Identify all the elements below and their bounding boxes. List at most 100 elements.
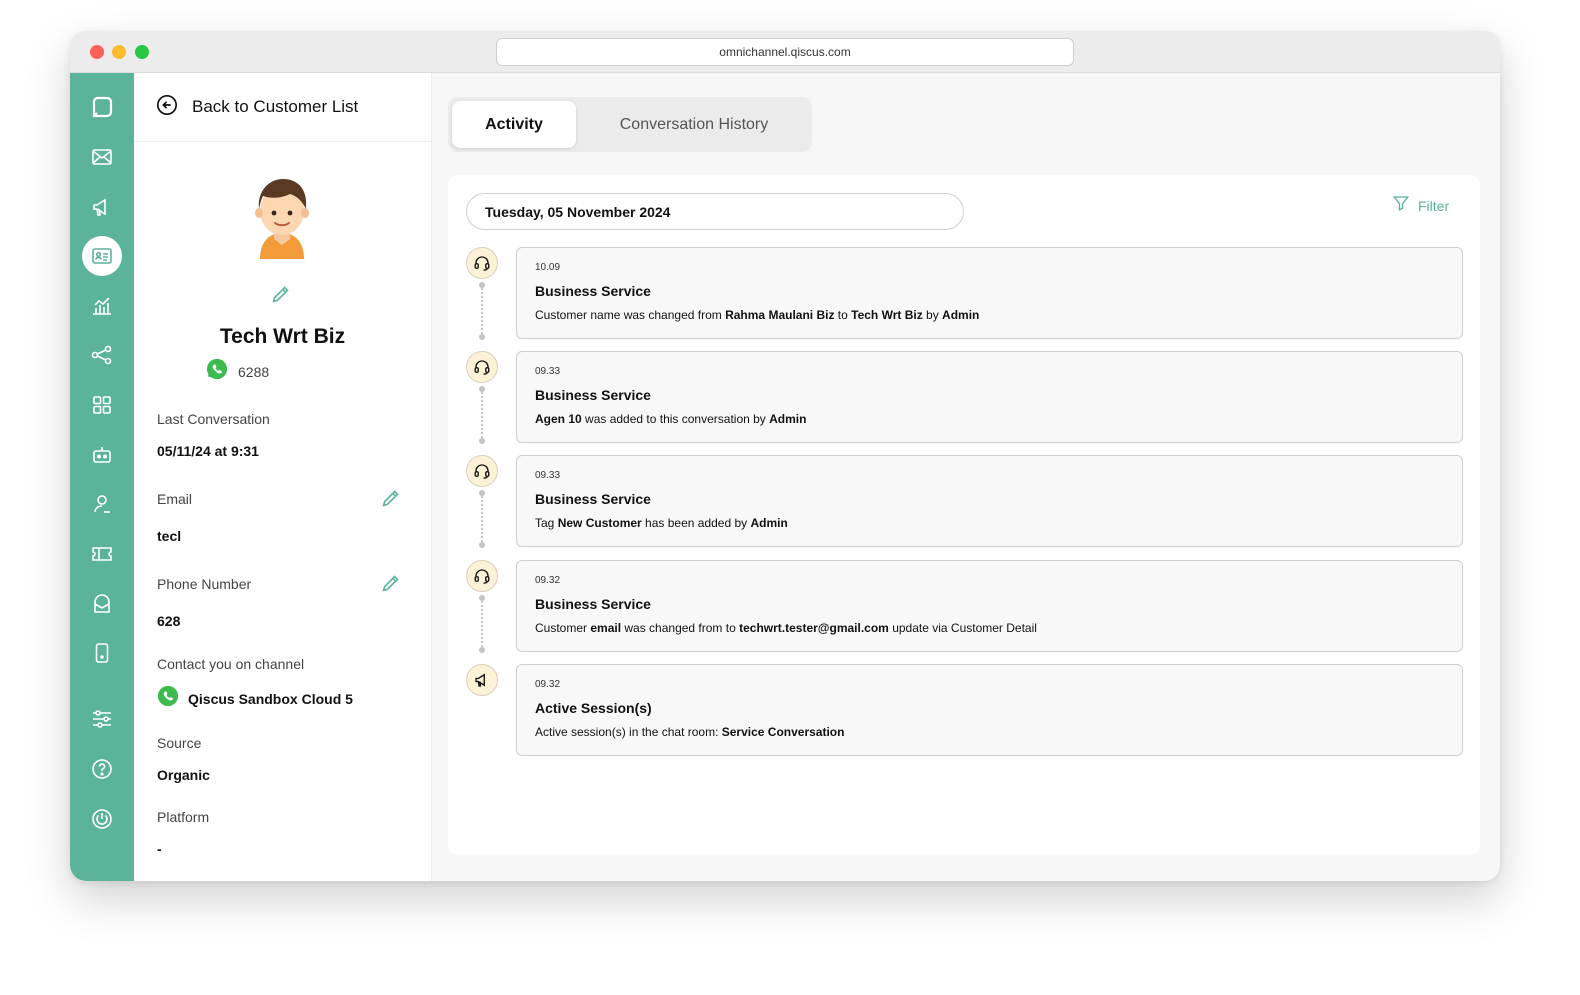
mailbox-icon[interactable]: [82, 584, 122, 624]
logo-icon[interactable]: [82, 87, 122, 127]
customer-name: Tech Wrt Biz: [219, 325, 346, 348]
last-conversation-value: 05/11/24 at 9:31: [157, 443, 259, 459]
activity-text: by: [922, 308, 943, 322]
address-bar[interactable]: omnichannel.qiscus.com: [496, 38, 1074, 66]
whatsapp-number-row: 6288: [206, 358, 269, 385]
title-bar: omnichannel.qiscus.com: [70, 31, 1500, 73]
activity-text: was changed from to: [621, 621, 740, 635]
whatsapp-number: 6288: [238, 363, 270, 380]
edit-email-button[interactable]: [380, 487, 402, 514]
nav-rail: [70, 73, 134, 881]
close-window-button[interactable]: [90, 45, 104, 59]
timeline-connector: [479, 595, 485, 653]
back-label: Back to Customer List: [192, 97, 359, 116]
agent-icon[interactable]: [82, 484, 122, 524]
inbox-icon[interactable]: [82, 137, 122, 177]
activity-panel: Tuesday, 05 November 2024 Filter 10.09 Bu…: [448, 175, 1480, 855]
analytics-icon[interactable]: [82, 286, 122, 326]
timeline-connector: [479, 490, 485, 548]
activity-item: 09.33 Business Service Tag New Customer ha…: [466, 455, 1463, 548]
logout-icon[interactable]: [82, 799, 122, 839]
email-label: Email: [157, 491, 193, 507]
timeline-connector: [479, 386, 485, 444]
customer-profile-panel: Back to Customer List Tech Wrt Biz 6288 …: [134, 73, 432, 881]
activity-card: 09.33 Business Service Agen 10 was added t…: [516, 351, 1463, 443]
whatsapp-icon: [206, 358, 228, 385]
activity-highlight: Admin: [942, 308, 980, 322]
activity-highlight: Tech Wrt Biz: [851, 308, 923, 322]
tab-activity[interactable]: Activity: [452, 101, 576, 148]
activity-time: 09.32: [535, 679, 561, 690]
activity-highlight: Admin: [769, 412, 807, 426]
edit-avatar-button[interactable]: [270, 283, 292, 310]
megaphone-icon: [466, 664, 498, 696]
activity-text: was added to this conversation by: [581, 412, 770, 426]
activity-highlight: Service Conversation: [721, 725, 845, 739]
maximize-window-button[interactable]: [135, 45, 149, 59]
mobile-icon[interactable]: [82, 633, 122, 673]
channel-row: Qiscus Sandbox Cloud 5: [157, 685, 353, 712]
headset-icon: [466, 455, 498, 487]
activity-description: Active session(s) in the chat room: Serv…: [535, 725, 1444, 739]
activity-item: 10.09 Business Service Customer name was c…: [466, 247, 1463, 340]
activity-highlight: Admin: [750, 516, 788, 530]
activity-card: 09.32 Active Session(s) Active session(s) …: [516, 664, 1463, 756]
activity-description: Customer name was changed from Rahma Mau…: [535, 308, 1444, 322]
edit-phone-button[interactable]: [380, 572, 402, 599]
activity-item: 09.32 Business Service Customer email was …: [466, 560, 1463, 653]
activity-title: Active Session(s): [535, 700, 652, 716]
integration-icon[interactable]: [82, 335, 122, 375]
activity-time: 09.32: [535, 575, 561, 586]
phone-label: Phone Number: [157, 576, 252, 592]
channel-value: Qiscus Sandbox Cloud 5: [188, 690, 353, 707]
filter-button[interactable]: Filter: [1392, 194, 1449, 217]
back-arrow-icon: [156, 94, 178, 121]
main-content: Activity Conversation History Tuesday, 0…: [432, 73, 1500, 881]
activity-highlight: Agen 10: [535, 412, 582, 426]
bot-icon[interactable]: [82, 435, 122, 475]
activity-time: 09.33: [535, 366, 561, 377]
help-icon[interactable]: [82, 749, 122, 789]
back-to-customer-list[interactable]: Back to Customer List: [134, 73, 431, 142]
whatsapp-icon: [157, 685, 179, 712]
activity-card: 10.09 Business Service Customer name was c…: [516, 247, 1463, 339]
source-value: Organic: [157, 767, 210, 783]
headset-icon: [466, 351, 498, 383]
activity-time: 09.33: [535, 470, 561, 481]
customer-icon[interactable]: [82, 236, 122, 276]
activity-item: 09.32 Active Session(s) Active session(s) …: [466, 664, 1463, 756]
activity-title: Business Service: [535, 387, 651, 403]
minimize-window-button[interactable]: [112, 45, 126, 59]
apps-icon[interactable]: [82, 385, 122, 425]
activity-highlight: techwrt.tester@gmail.com: [739, 621, 889, 635]
activity-text: Customer name was changed from: [535, 308, 726, 322]
platform-label: Platform: [157, 809, 210, 825]
settings-icon[interactable]: [82, 699, 122, 739]
platform-value: -: [157, 841, 162, 857]
activity-text: Customer: [535, 621, 591, 635]
activity-text: Active session(s) in the chat room:: [535, 725, 722, 739]
tab-bar: Activity Conversation History: [448, 97, 812, 152]
broadcast-icon[interactable]: [82, 187, 122, 227]
activity-description: Agen 10 was added to this conversation b…: [535, 412, 1444, 426]
filter-label: Filter: [1418, 197, 1450, 214]
last-conversation-label: Last Conversation: [157, 411, 270, 427]
activity-highlight: Rahma Maulani Biz: [725, 308, 835, 322]
activity-text: to: [834, 308, 852, 322]
activity-card: 09.32 Business Service Customer email was …: [516, 560, 1463, 652]
activity-text: has been added by: [641, 516, 751, 530]
tab-conversation-history[interactable]: Conversation History: [580, 101, 808, 148]
email-value: tecl: [157, 528, 182, 544]
activity-text: Tag: [535, 516, 558, 530]
activity-highlight: email: [590, 621, 622, 635]
activity-title: Business Service: [535, 491, 651, 507]
ticket-icon[interactable]: [82, 534, 122, 574]
activity-date: Tuesday, 05 November 2024: [466, 193, 964, 230]
activity-time: 10.09: [535, 262, 561, 273]
source-label: Source: [157, 735, 202, 751]
channel-label: Contact you on channel: [157, 656, 305, 672]
headset-icon: [466, 560, 498, 592]
activity-title: Business Service: [535, 283, 651, 299]
browser-window: omnichannel.qiscus.com Back to Customer …: [70, 31, 1500, 881]
activity-highlight: New Customer: [557, 516, 642, 530]
